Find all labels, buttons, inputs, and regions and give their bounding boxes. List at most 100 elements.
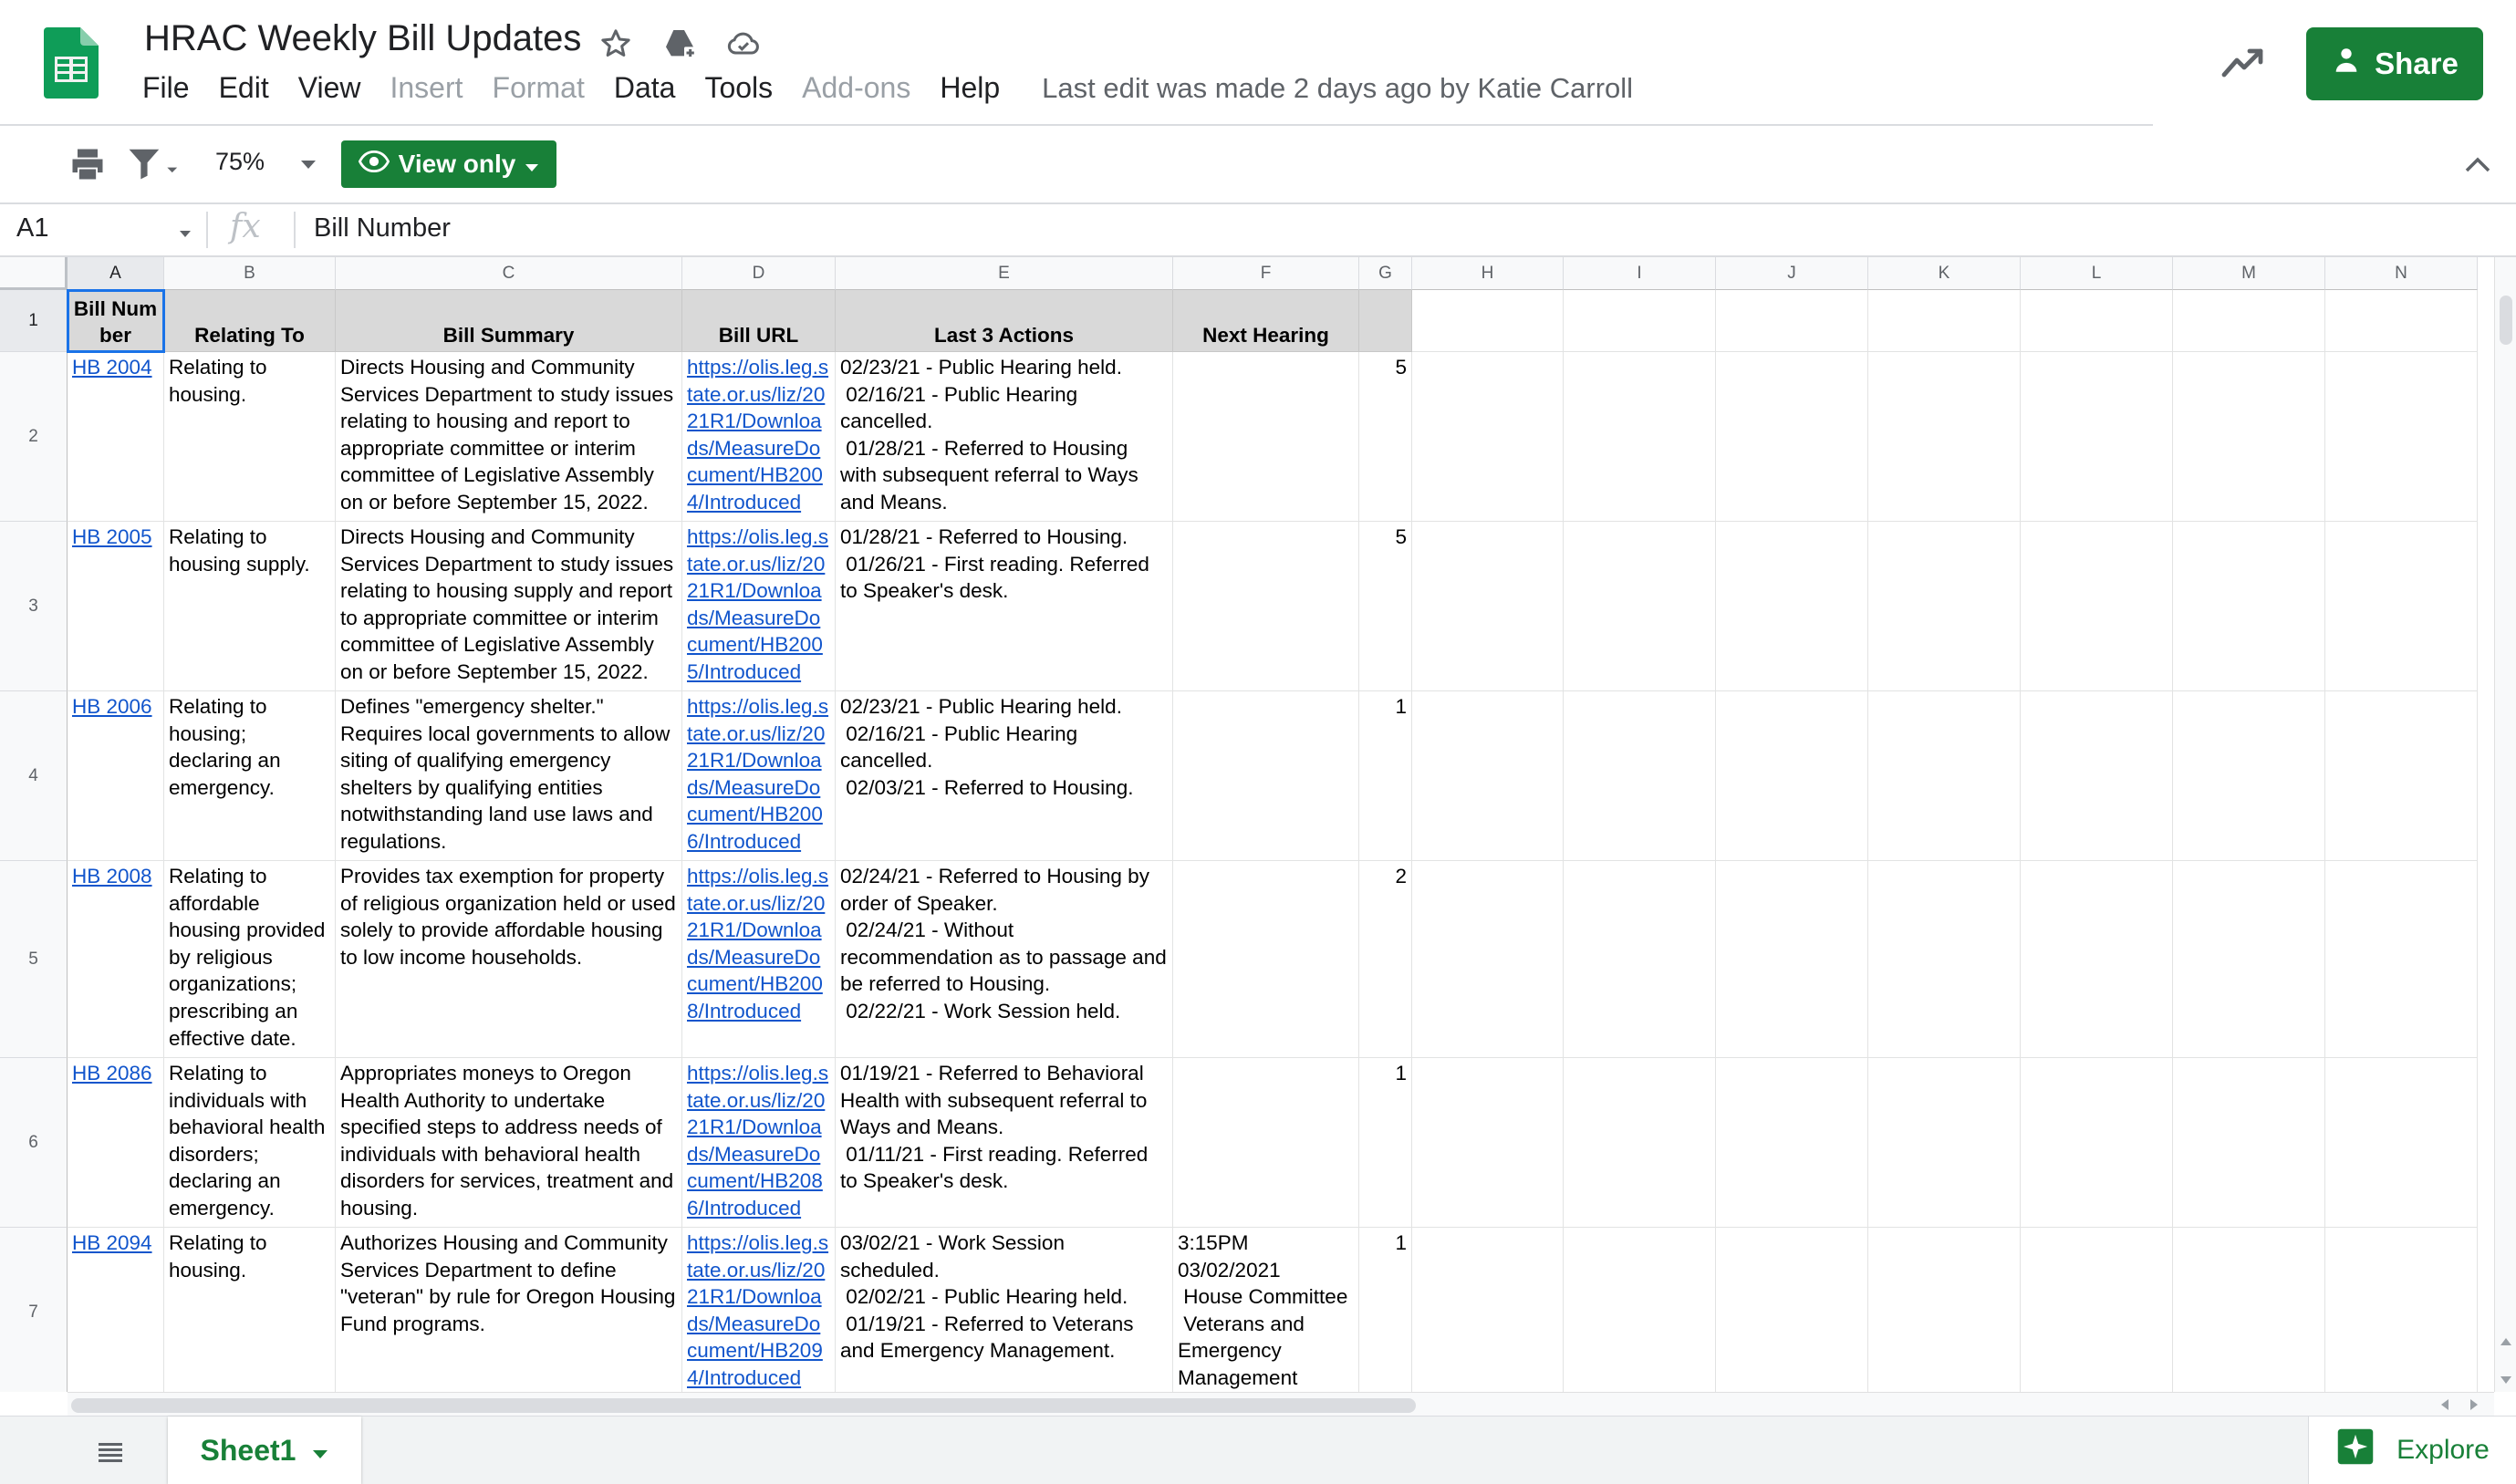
cell-count[interactable]: 5 xyxy=(1359,522,1412,691)
zoom-select[interactable]: 75% xyxy=(215,148,265,176)
collapse-menus-icon[interactable] xyxy=(2463,151,2492,177)
cell-empty[interactable] xyxy=(1868,522,2021,691)
column-header-c[interactable]: C xyxy=(336,257,682,290)
cell-relating-to[interactable]: Relating to housing. xyxy=(164,352,336,522)
cell-count[interactable]: 1 xyxy=(1359,691,1412,861)
cell-bill-summary[interactable]: Directs Housing and Community Services D… xyxy=(336,352,682,522)
menu-help[interactable]: Help xyxy=(940,71,1000,105)
cell-empty[interactable] xyxy=(2325,522,2478,691)
scroll-down-arrow-icon[interactable] xyxy=(2500,1374,2512,1385)
cell-empty[interactable] xyxy=(2021,691,2173,861)
cell-empty[interactable] xyxy=(1716,691,1868,861)
cloud-saved-icon[interactable] xyxy=(725,26,762,67)
cell-next-hearing[interactable] xyxy=(1173,522,1359,691)
cell-relating-to[interactable]: Relating to individuals with behavioral … xyxy=(164,1058,336,1228)
cell-count[interactable]: 5 xyxy=(1359,352,1412,522)
cell-next-hearing[interactable] xyxy=(1173,861,1359,1058)
vertical-scrollbar[interactable] xyxy=(2494,257,2516,1392)
cell-next-hearing[interactable] xyxy=(1173,691,1359,861)
cell-bill-url[interactable]: https://olis.leg.state.or.us/liz/2021R1/… xyxy=(682,861,836,1058)
cell-header-relating-to[interactable]: Relating To xyxy=(164,290,336,352)
cell-empty[interactable] xyxy=(1412,290,1564,352)
cell-empty[interactable] xyxy=(2173,691,2325,861)
cell-empty[interactable] xyxy=(1716,522,1868,691)
cell-empty[interactable] xyxy=(1564,522,1716,691)
menu-file[interactable]: File xyxy=(142,71,190,105)
column-header-g[interactable]: G xyxy=(1359,257,1412,290)
cell-empty[interactable] xyxy=(2325,290,2478,352)
cell-empty[interactable] xyxy=(2021,1058,2173,1228)
cell-empty[interactable] xyxy=(1868,290,2021,352)
cell-empty[interactable] xyxy=(2173,352,2325,522)
cell-empty[interactable] xyxy=(2325,691,2478,861)
cell-header-next-hearing[interactable]: Next Hearing xyxy=(1173,290,1359,352)
cell-bill-number[interactable]: HB 2004 xyxy=(68,352,164,522)
row-header-2[interactable]: 2 xyxy=(0,352,68,522)
cell-empty[interactable] xyxy=(2021,352,2173,522)
cell-empty[interactable] xyxy=(1716,861,1868,1058)
menu-add-ons[interactable]: Add-ons xyxy=(802,71,910,105)
column-header-j[interactable]: J xyxy=(1716,257,1868,290)
cell-empty[interactable] xyxy=(1564,691,1716,861)
cell-last-actions[interactable]: 02/23/21 - Public Hearing held. 02/16/21… xyxy=(836,691,1173,861)
cell-last-actions[interactable]: 01/19/21 - Referred to Behavioral Health… xyxy=(836,1058,1173,1228)
sheet-tab-sheet1[interactable]: Sheet1 xyxy=(168,1417,361,1484)
cell-last-actions[interactable]: 02/23/21 - Public Hearing held. 02/16/21… xyxy=(836,352,1173,522)
menu-data[interactable]: Data xyxy=(614,71,676,105)
cell-empty[interactable] xyxy=(2325,1058,2478,1228)
star-icon[interactable] xyxy=(598,26,634,67)
column-header-i[interactable]: I xyxy=(1564,257,1716,290)
scroll-up-arrow-icon[interactable] xyxy=(2500,1335,2512,1346)
row-header-6[interactable]: 6 xyxy=(0,1058,68,1228)
cell-bill-url[interactable]: https://olis.leg.state.or.us/liz/2021R1/… xyxy=(682,1058,836,1228)
cell-empty[interactable] xyxy=(1868,691,2021,861)
cell-bill-number[interactable]: HB 2008 xyxy=(68,861,164,1058)
select-all-corner[interactable] xyxy=(0,257,68,290)
column-header-d[interactable]: D xyxy=(682,257,836,290)
cell-bill-summary[interactable]: Authorizes Housing and Community Service… xyxy=(336,1228,682,1392)
cell-relating-to[interactable]: Relating to affordable housing provided … xyxy=(164,861,336,1058)
menu-view[interactable]: View xyxy=(298,71,361,105)
horizontal-scrollbar[interactable] xyxy=(68,1392,2494,1417)
cell-relating-to[interactable]: Relating to housing; declaring an emerge… xyxy=(164,691,336,861)
cell-empty[interactable] xyxy=(2325,352,2478,522)
cell-empty[interactable] xyxy=(2173,290,2325,352)
cell-bill-summary[interactable]: Appropriates moneys to Oregon Health Aut… xyxy=(336,1058,682,1228)
document-title[interactable]: HRAC Weekly Bill Updates xyxy=(144,18,581,59)
view-only-button[interactable]: View only xyxy=(341,140,556,188)
cell-next-hearing[interactable] xyxy=(1173,1058,1359,1228)
activity-dashboard-icon[interactable] xyxy=(2219,40,2270,84)
cell-empty[interactable] xyxy=(1564,1228,1716,1392)
horizontal-scroll-thumb[interactable] xyxy=(71,1398,1416,1413)
cell-empty[interactable] xyxy=(1564,290,1716,352)
column-header-b[interactable]: B xyxy=(164,257,336,290)
cell-bill-url[interactable]: https://olis.leg.state.or.us/liz/2021R1/… xyxy=(682,352,836,522)
cell-empty[interactable] xyxy=(1564,1058,1716,1228)
move-to-drive-icon[interactable] xyxy=(661,26,698,67)
cell-empty[interactable] xyxy=(1412,1058,1564,1228)
scroll-right-arrow-icon[interactable] xyxy=(2469,1398,2480,1411)
cell-empty[interactable] xyxy=(2325,861,2478,1058)
row-header-1[interactable]: 1 xyxy=(0,290,68,352)
cell-empty[interactable] xyxy=(1412,352,1564,522)
cell-count[interactable]: 1 xyxy=(1359,1228,1412,1392)
last-edit-link[interactable]: Last edit was made 2 days ago by Katie C… xyxy=(1042,72,1633,105)
cell-empty[interactable] xyxy=(1716,352,1868,522)
cell-count[interactable]: 1 xyxy=(1359,1058,1412,1228)
menu-edit[interactable]: Edit xyxy=(219,71,269,105)
cell-empty[interactable] xyxy=(2173,1228,2325,1392)
cell-bill-url[interactable]: https://olis.leg.state.or.us/liz/2021R1/… xyxy=(682,691,836,861)
all-sheets-menu-icon[interactable] xyxy=(95,1440,126,1464)
cell-empty[interactable] xyxy=(1564,352,1716,522)
cell-next-hearing[interactable]: 3:15PM 03/02/2021 House Committee Vetera… xyxy=(1173,1228,1359,1392)
cell-empty[interactable] xyxy=(2173,522,2325,691)
column-header-m[interactable]: M xyxy=(2173,257,2325,290)
column-header-l[interactable]: L xyxy=(2021,257,2173,290)
vertical-scroll-thumb[interactable] xyxy=(2500,296,2512,345)
explore-button[interactable]: Explore xyxy=(2308,1417,2516,1484)
zoom-dropdown-arrow-icon[interactable] xyxy=(299,159,317,171)
cell-bill-number[interactable]: HB 2005 xyxy=(68,522,164,691)
cell-empty[interactable] xyxy=(2325,1228,2478,1392)
cell-relating-to[interactable]: Relating to housing. xyxy=(164,1228,336,1392)
cell-bill-summary[interactable]: Provides tax exemption for property of r… xyxy=(336,861,682,1058)
